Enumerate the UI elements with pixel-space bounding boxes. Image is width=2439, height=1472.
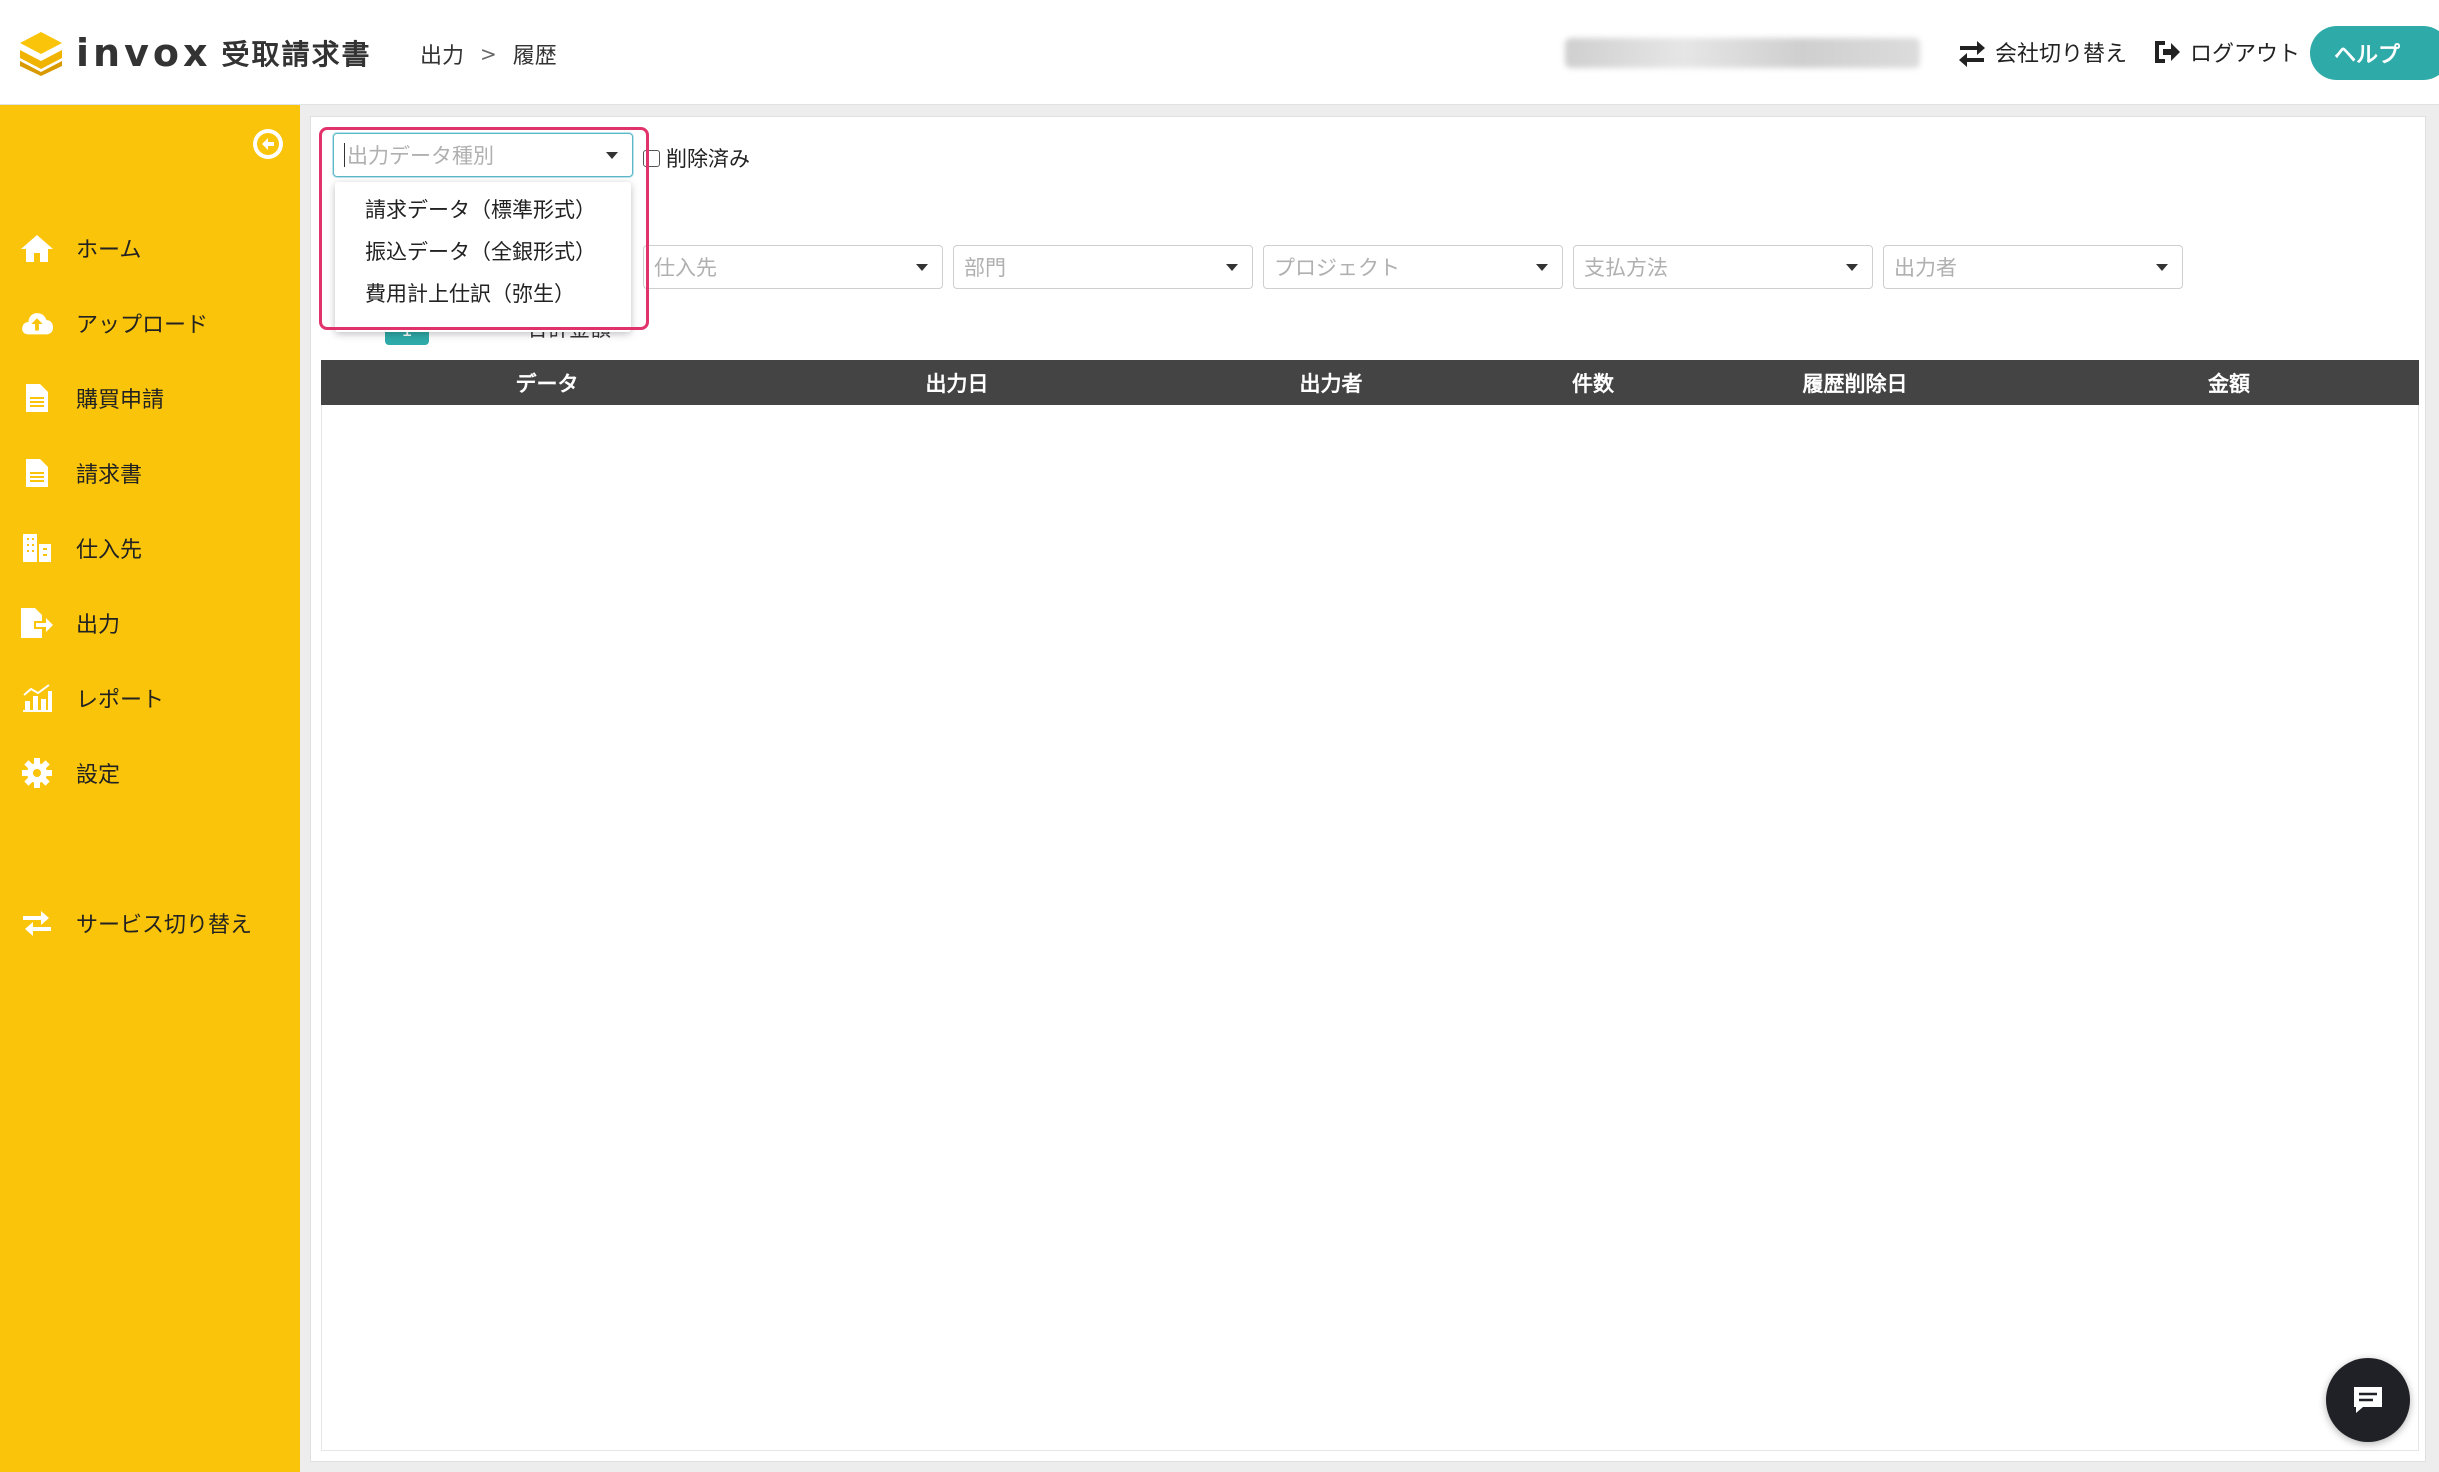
sidebar-item-report[interactable]: レポート — [0, 668, 300, 728]
output-type-dropdown: 請求データ（標準形式） 振込データ（全銀形式） 費用計上仕訳（弥生） — [335, 182, 631, 332]
collapse-sidebar-button[interactable] — [253, 129, 283, 159]
chat-icon — [2354, 1387, 2382, 1413]
logout-label: ログアウト — [2190, 42, 2301, 67]
caret-down-icon — [2156, 264, 2168, 271]
supplier-select[interactable]: 仕入先 — [643, 245, 943, 289]
sidebar-item-service-switch[interactable]: サービス切り替え — [0, 893, 300, 953]
sidebar-item-home[interactable]: ホーム — [0, 218, 300, 278]
deleted-checkbox-group[interactable]: 削除済み — [643, 143, 750, 173]
table-header: データ 出力日 出力者 件数 履歴削除日 金額 — [321, 360, 2419, 405]
sidebar-item-label: 設定 — [76, 763, 121, 788]
column-header-count[interactable]: 件数 — [1572, 368, 1614, 398]
sidebar-item-label: サービス切り替え — [76, 913, 253, 938]
switch-company-label: 会社切り替え — [1995, 42, 2128, 67]
dropdown-option-expense-yayoi[interactable]: 費用計上仕訳（弥生） — [365, 278, 575, 308]
deleted-checkbox[interactable] — [643, 149, 660, 167]
sidebar-item-label: レポート — [76, 688, 165, 713]
sidebar-item-invoices[interactable]: 請求書 — [0, 443, 300, 503]
column-header-amount[interactable]: 金額 — [2208, 368, 2250, 398]
sidebar-item-suppliers[interactable]: 仕入先 — [0, 518, 300, 578]
sidebar-item-label: 出力 — [76, 613, 121, 638]
payment-method-select[interactable]: 支払方法 — [1573, 245, 1873, 289]
sidebar-item-purchase-request[interactable]: 購買申請 — [0, 368, 300, 428]
help-button[interactable]: ヘルプ — [2310, 26, 2439, 80]
breadcrumb-item-output[interactable]: 出力 — [420, 38, 464, 70]
top-header: invox 受取請求書 出力 > 履歴 会社切り替え ログアウト ヘルプ — [0, 0, 2439, 105]
text-cursor — [344, 143, 345, 167]
breadcrumb-item-history: 履歴 — [512, 44, 557, 69]
upload-cloud-icon — [20, 306, 54, 340]
chevron-right-icon: > — [480, 42, 497, 66]
column-header-history-delete-date[interactable]: 履歴削除日 — [1803, 368, 1908, 398]
project-select[interactable]: プロジェクト — [1263, 245, 1563, 289]
main-panel: 出力データ種別 削除済み 仕入先 部門 プロジェクト 支払方法 出力者 1 合計… — [310, 116, 2426, 1462]
app-logo[interactable]: invox 受取請求書 — [18, 28, 371, 78]
table-body — [321, 405, 2419, 1451]
caret-down-icon — [916, 264, 928, 271]
logo-word: invox — [76, 31, 212, 75]
logo-mark-icon — [18, 30, 64, 76]
column-header-data[interactable]: データ — [516, 368, 579, 398]
arrow-left-icon — [257, 133, 279, 155]
sidebar: ホーム アップロード 購買申請 請求書 仕入先 出力 レポート 設定 サービス切… — [0, 105, 300, 1472]
column-header-output-date[interactable]: 出力日 — [926, 368, 989, 398]
sidebar-item-upload[interactable]: アップロード — [0, 293, 300, 353]
column-header-outputter[interactable]: 出力者 — [1300, 368, 1363, 398]
sidebar-item-label: 請求書 — [76, 463, 143, 488]
sidebar-item-label: アップロード — [76, 313, 209, 338]
sidebar-item-label: 購買申請 — [76, 388, 165, 413]
caret-down-icon — [1226, 264, 1238, 271]
chat-button[interactable] — [2326, 1358, 2410, 1442]
export-file-icon — [20, 606, 54, 640]
home-icon — [20, 231, 54, 265]
department-placeholder: 部門 — [964, 256, 1006, 280]
sidebar-item-output[interactable]: 出力 — [0, 593, 300, 653]
document-icon — [20, 456, 54, 490]
sidebar-item-label: 仕入先 — [76, 538, 143, 563]
document-icon — [20, 381, 54, 415]
payment-method-placeholder: 支払方法 — [1584, 256, 1668, 280]
caret-down-icon — [1536, 264, 1548, 271]
caret-down-icon — [1846, 264, 1858, 271]
outputter-select[interactable]: 出力者 — [1883, 245, 2183, 289]
breadcrumb: 出力 > 履歴 — [420, 38, 557, 70]
chart-icon — [20, 681, 54, 715]
switch-company-link[interactable]: 会社切り替え — [1957, 36, 2127, 68]
switch-arrows-icon — [1959, 41, 1985, 67]
gear-icon — [20, 756, 54, 790]
output-type-select[interactable]: 出力データ種別 — [333, 133, 633, 177]
dropdown-option-invoice-standard[interactable]: 請求データ（標準形式） — [365, 194, 596, 224]
logo-subtitle: 受取請求書 — [221, 38, 372, 71]
project-placeholder: プロジェクト — [1274, 256, 1400, 280]
building-icon — [20, 531, 54, 565]
dropdown-option-transfer-zengin[interactable]: 振込データ（全銀形式） — [365, 236, 596, 266]
switch-icon — [20, 906, 54, 940]
outputter-placeholder: 出力者 — [1894, 256, 1957, 280]
supplier-placeholder: 仕入先 — [654, 256, 717, 280]
department-select[interactable]: 部門 — [953, 245, 1253, 289]
output-type-placeholder: 出力データ種別 — [347, 144, 494, 168]
sidebar-item-settings[interactable]: 設定 — [0, 743, 300, 803]
caret-down-icon — [606, 152, 618, 159]
logout-icon — [2155, 41, 2180, 63]
logout-link[interactable]: ログアウト — [2152, 36, 2300, 68]
company-name-blurred — [1565, 38, 1920, 68]
deleted-checkbox-label: 削除済み — [666, 147, 750, 171]
sidebar-item-label: ホーム — [76, 238, 142, 263]
